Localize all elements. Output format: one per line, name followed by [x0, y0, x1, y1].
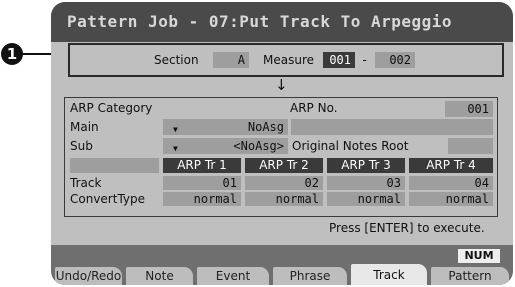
arp-category-label: ARP Category — [70, 101, 153, 115]
convert-type-cell[interactable]: normal — [409, 192, 493, 206]
arp-name-field — [291, 119, 493, 135]
grid-corner — [70, 158, 159, 173]
track-row-label: Track — [70, 176, 102, 190]
title-bar: Pattern Job - 07:Put Track To Arpeggio — [51, 2, 513, 42]
main-category-value: NoAsg — [247, 120, 284, 134]
column-header-arp-tr-2: ARP Tr 2 — [245, 158, 323, 173]
measure-label: Measure — [263, 53, 314, 67]
arp-settings-frame: ARP Category ARP No. 001 Main ▼ NoAsg Su… — [64, 97, 498, 217]
measure-end-field[interactable]: 002 — [375, 52, 415, 68]
original-notes-root-field[interactable] — [448, 138, 493, 154]
track-cell[interactable]: 01 — [163, 176, 241, 190]
convert-type-row-label: ConvertType — [70, 192, 146, 206]
page-title: Pattern Job - 07:Put Track To Arpeggio — [67, 12, 453, 31]
tab-event[interactable]: Event — [197, 267, 269, 285]
original-notes-root-label: Original Notes Root — [292, 139, 409, 153]
convert-type-cell[interactable]: normal — [245, 192, 323, 206]
measure-separator: - — [361, 53, 369, 67]
track-cell[interactable]: 03 — [327, 176, 405, 190]
tab-phrase[interactable]: Phrase — [273, 267, 347, 285]
lcd-screen: Pattern Job - 07:Put Track To Arpeggio S… — [51, 2, 513, 285]
num-badge: NUM — [458, 249, 500, 263]
tab-track[interactable]: Track — [351, 264, 427, 285]
dropdown-arrow-icon: ▼ — [173, 144, 178, 153]
sub-category-select[interactable]: ▼ <NoAsg> — [163, 138, 288, 154]
callout-badge: 1 — [1, 43, 23, 65]
sub-label: Sub — [70, 139, 93, 153]
execute-hint: Press [ENTER] to execute. — [329, 221, 485, 235]
column-header-arp-tr-1: ARP Tr 1 — [163, 158, 241, 173]
dropdown-arrow-icon: ▼ — [173, 125, 178, 134]
convert-type-cell[interactable]: normal — [163, 192, 241, 206]
arrow-down-icon: ↓ — [275, 76, 288, 94]
track-cell[interactable]: 02 — [245, 176, 323, 190]
convert-type-cell[interactable]: normal — [327, 192, 405, 206]
main-label: Main — [70, 120, 99, 134]
measure-start-field[interactable]: 001 — [323, 52, 355, 68]
section-measure-frame: Section A Measure 001 - 002 — [68, 43, 504, 77]
column-header-arp-tr-4: ARP Tr 4 — [409, 158, 493, 173]
arp-no-field[interactable]: 001 — [445, 101, 493, 117]
column-header-arp-tr-3: ARP Tr 3 — [327, 158, 405, 173]
tab-pattern[interactable]: Pattern — [431, 267, 509, 285]
tab-undo-redo[interactable]: Undo/Redo — [55, 267, 122, 285]
section-field[interactable]: A — [213, 52, 249, 68]
sub-category-value: <NoAsg> — [233, 139, 284, 153]
arp-no-label: ARP No. — [290, 101, 338, 115]
section-label: Section — [154, 53, 199, 67]
main-category-select[interactable]: ▼ NoAsg — [163, 119, 288, 135]
track-cell[interactable]: 04 — [409, 176, 493, 190]
tab-note[interactable]: Note — [126, 267, 193, 285]
